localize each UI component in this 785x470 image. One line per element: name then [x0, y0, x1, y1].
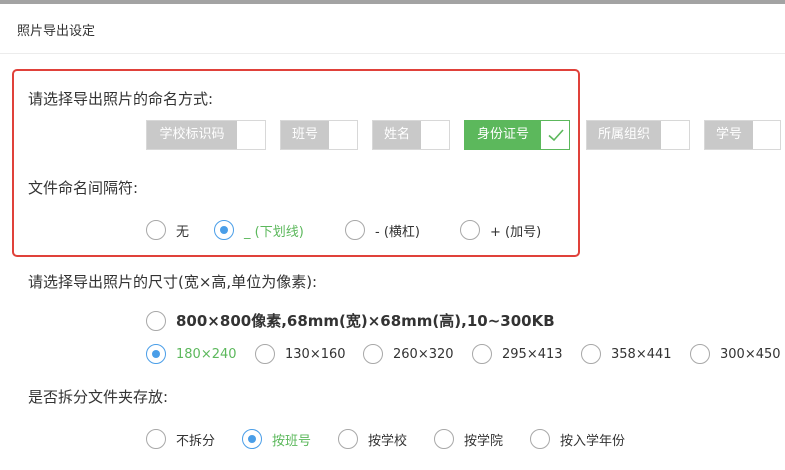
check-icon	[547, 126, 565, 148]
separator-label: 文件命名间隔符:	[28, 179, 139, 197]
radio-label: 按入学年份	[560, 433, 626, 449]
radio-circle	[338, 429, 358, 449]
radio-circle	[146, 344, 166, 364]
radio-label: 按学院	[464, 433, 504, 449]
radio-circle	[460, 220, 480, 240]
radio-label: 260×320	[393, 346, 454, 362]
naming-option-label: 学校标识码	[147, 121, 237, 149]
size-option-260x320[interactable]: 260×320	[363, 344, 454, 364]
radio-label: 358×441	[611, 346, 672, 362]
radio-label: 300×450	[720, 346, 781, 362]
naming-option-label: 学号	[705, 121, 753, 149]
naming-option-label: 班号	[281, 121, 329, 149]
size-option-180x240[interactable]: 180×240	[146, 344, 237, 364]
radio-label: 800×800像素,68mm(宽)×68mm(高),10~300KB	[176, 312, 555, 330]
split-option-by-enrollment-year[interactable]: 按入学年份	[530, 429, 625, 449]
separator-option-underscore[interactable]: _ (下划线)	[214, 220, 304, 240]
radio-circle	[472, 344, 492, 364]
radio-circle	[146, 220, 166, 240]
radio-circle	[146, 429, 166, 449]
radio-label: 无	[176, 224, 190, 240]
naming-option-label: 所属组织	[587, 121, 661, 149]
naming-option-id-number[interactable]: 身份证号	[464, 120, 570, 150]
radio-label: 180×240	[176, 346, 237, 362]
size-option-800x800[interactable]: 800×800像素,68mm(宽)×68mm(高),10~300KB	[146, 310, 555, 331]
split-option-by-college[interactable]: 按学院	[434, 429, 503, 449]
radio-label: _ (下划线)	[244, 224, 304, 240]
split-option-none[interactable]: 不拆分	[146, 429, 215, 449]
split-option-by-class[interactable]: 按班号	[242, 429, 311, 449]
split-label: 是否拆分文件夹存放:	[28, 388, 169, 406]
radio-circle	[214, 220, 234, 240]
naming-option-organization[interactable]: 所属组织	[586, 120, 690, 150]
radio-label: 按班号	[272, 433, 312, 449]
radio-circle	[146, 310, 166, 331]
naming-label: 请选择导出照片的命名方式:	[28, 90, 214, 108]
naming-option-label: 姓名	[373, 121, 421, 149]
separator-option-plus[interactable]: + (加号)	[460, 220, 541, 240]
naming-option-name[interactable]: 姓名	[372, 120, 450, 150]
radio-label: - (横杠)	[375, 224, 420, 240]
separator-option-none[interactable]: 无	[146, 220, 189, 240]
radio-label: + (加号)	[490, 224, 542, 240]
radio-circle	[434, 429, 454, 449]
radio-circle	[242, 429, 262, 449]
radio-circle	[363, 344, 383, 364]
radio-circle	[345, 220, 365, 240]
window-top-bar	[0, 0, 785, 4]
size-option-300x450[interactable]: 300×450	[690, 344, 781, 364]
radio-label: 295×413	[502, 346, 563, 362]
radio-label: 130×160	[285, 346, 346, 362]
radio-label: 不拆分	[176, 433, 216, 449]
size-option-295x413[interactable]: 295×413	[472, 344, 563, 364]
naming-option-school-code[interactable]: 学校标识码	[146, 120, 266, 150]
radio-circle	[581, 344, 601, 364]
naming-option-class-no[interactable]: 班号	[280, 120, 358, 150]
naming-option-label: 身份证号	[465, 121, 541, 149]
size-option-358x441[interactable]: 358×441	[581, 344, 672, 364]
radio-circle	[255, 344, 275, 364]
title-divider	[0, 53, 785, 54]
naming-option-student-no[interactable]: 学号	[704, 120, 781, 150]
radio-label: 按学校	[368, 433, 408, 449]
separator-option-hyphen[interactable]: - (横杠)	[345, 220, 420, 240]
size-option-130x160[interactable]: 130×160	[255, 344, 346, 364]
radio-circle	[530, 429, 550, 449]
size-label: 请选择导出照片的尺寸(宽×高,单位为像素):	[28, 273, 318, 291]
dialog-title: 照片导出设定	[17, 24, 96, 39]
split-option-by-school[interactable]: 按学校	[338, 429, 407, 449]
radio-circle	[690, 344, 710, 364]
